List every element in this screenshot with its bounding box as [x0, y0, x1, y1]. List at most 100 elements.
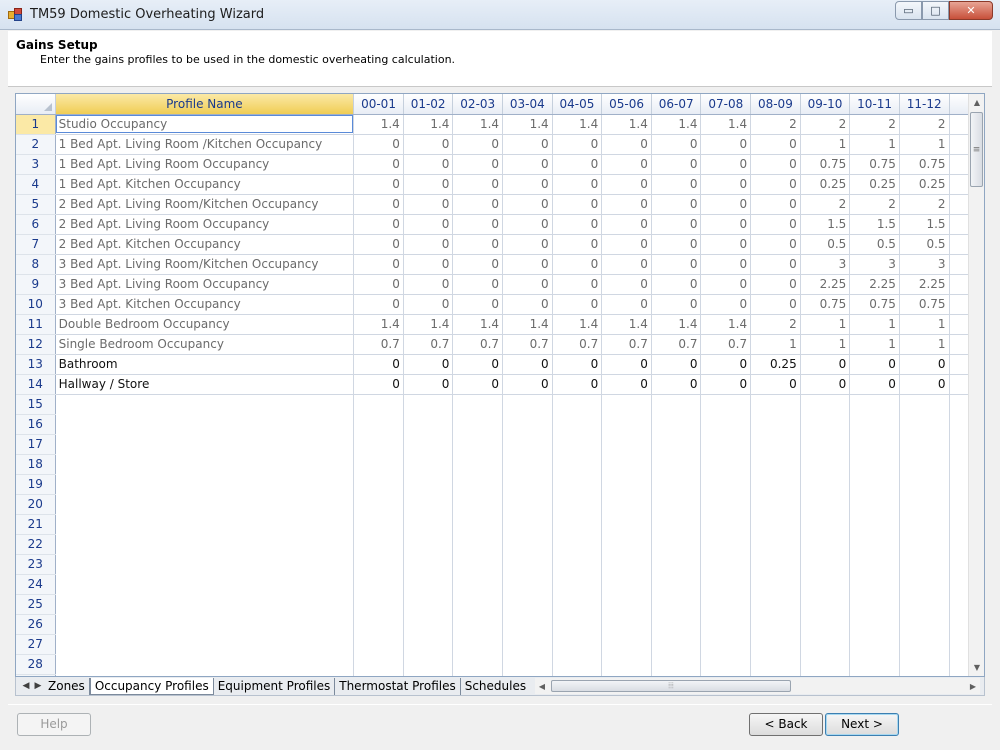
empty-cell[interactable]	[502, 454, 553, 474]
value-cell[interactable]: 0	[651, 294, 702, 315]
empty-cell[interactable]	[849, 654, 900, 674]
value-cell[interactable]: 1	[800, 334, 851, 355]
value-cell[interactable]: 0	[601, 254, 652, 275]
empty-cell[interactable]	[452, 614, 504, 634]
value-cell[interactable]: 0.5	[800, 234, 851, 255]
value-cell[interactable]: 0	[899, 374, 950, 395]
empty-cell[interactable]	[55, 494, 355, 514]
empty-cell[interactable]	[601, 594, 652, 614]
empty-cell[interactable]	[849, 574, 900, 594]
profile-name-cell[interactable]: Studio Occupancy	[55, 114, 355, 135]
value-cell[interactable]: 1.5	[899, 214, 950, 235]
value-cell[interactable]: 0	[353, 134, 404, 155]
empty-cell[interactable]	[552, 414, 603, 434]
empty-cell[interactable]	[353, 674, 404, 676]
scroll-up-icon[interactable]: ▲	[969, 94, 984, 111]
empty-cell[interactable]	[800, 574, 851, 594]
empty-cell[interactable]	[651, 574, 702, 594]
column-header-hour[interactable]: 07-08	[700, 94, 752, 115]
empty-cell[interactable]	[750, 454, 801, 474]
value-cell[interactable]: 1.4	[353, 114, 404, 135]
empty-cell[interactable]	[700, 574, 752, 594]
value-cell[interactable]: 3	[800, 254, 851, 275]
empty-cell[interactable]	[502, 494, 553, 514]
value-cell[interactable]: 1.4	[403, 114, 454, 135]
empty-cell[interactable]	[452, 514, 504, 534]
value-cell[interactable]: 0	[502, 194, 553, 215]
empty-cell[interactable]	[800, 474, 851, 494]
value-cell[interactable]: 0	[700, 254, 752, 275]
profile-name-cell[interactable]: 2 Bed Apt. Living Room Occupancy	[55, 214, 355, 235]
value-cell[interactable]: 0.7	[651, 334, 702, 355]
profile-name-cell[interactable]: 1 Bed Apt. Living Room Occupancy	[55, 154, 355, 175]
empty-cell[interactable]	[452, 674, 504, 676]
value-cell[interactable]: 1	[849, 314, 900, 335]
empty-cell[interactable]	[899, 394, 950, 414]
empty-cell[interactable]	[651, 474, 702, 494]
value-cell[interactable]: 3	[899, 254, 950, 275]
value-cell[interactable]: 0	[353, 194, 404, 215]
value-cell[interactable]: 0	[700, 214, 752, 235]
value-cell[interactable]: 1.4	[601, 314, 652, 335]
empty-cell[interactable]	[552, 654, 603, 674]
value-cell[interactable]: 0	[552, 234, 603, 255]
value-cell[interactable]: 0	[353, 174, 404, 195]
empty-cell[interactable]	[353, 494, 404, 514]
empty-cell[interactable]	[452, 394, 504, 414]
empty-cell[interactable]	[601, 554, 652, 574]
empty-cell[interactable]	[750, 514, 801, 534]
row-header[interactable]: 8	[16, 254, 56, 275]
empty-cell[interactable]	[700, 514, 752, 534]
empty-cell[interactable]	[601, 514, 652, 534]
value-cell[interactable]: 0.7	[403, 334, 454, 355]
vertical-scroll-thumb[interactable]: ≡	[970, 112, 983, 187]
row-header[interactable]: 4	[16, 174, 56, 195]
empty-cell[interactable]	[452, 654, 504, 674]
value-cell[interactable]: 0	[601, 354, 652, 375]
value-cell[interactable]: 0	[353, 254, 404, 275]
empty-cell[interactable]	[552, 454, 603, 474]
value-cell[interactable]: 2	[800, 194, 851, 215]
row-header[interactable]: 24	[16, 574, 56, 595]
empty-cell[interactable]	[452, 474, 504, 494]
value-cell[interactable]: 0	[601, 194, 652, 215]
empty-cell[interactable]	[403, 574, 454, 594]
empty-cell[interactable]	[601, 454, 652, 474]
empty-cell[interactable]	[700, 434, 752, 454]
empty-cell[interactable]	[700, 474, 752, 494]
empty-cell[interactable]	[552, 554, 603, 574]
value-cell[interactable]: 0	[452, 174, 504, 195]
empty-cell[interactable]	[55, 534, 355, 554]
empty-cell[interactable]	[452, 434, 504, 454]
empty-cell[interactable]	[55, 614, 355, 634]
empty-cell[interactable]	[502, 554, 553, 574]
empty-cell[interactable]	[601, 494, 652, 514]
empty-cell[interactable]	[601, 534, 652, 554]
value-cell[interactable]: 0	[700, 354, 752, 375]
empty-cell[interactable]	[700, 674, 752, 676]
empty-cell[interactable]	[800, 554, 851, 574]
value-cell[interactable]: 2	[849, 114, 900, 135]
value-cell[interactable]: 0	[403, 134, 454, 155]
value-cell[interactable]: 0.7	[700, 334, 752, 355]
empty-cell[interactable]	[750, 614, 801, 634]
column-header-hour[interactable]: 00-01	[353, 94, 404, 115]
empty-cell[interactable]	[552, 634, 603, 654]
value-cell[interactable]: 0	[452, 214, 504, 235]
value-cell[interactable]: 1.4	[353, 314, 404, 335]
empty-cell[interactable]	[899, 554, 950, 574]
value-cell[interactable]: 0	[552, 194, 603, 215]
empty-cell[interactable]	[651, 394, 702, 414]
row-header[interactable]: 9	[16, 274, 56, 295]
empty-cell[interactable]	[700, 454, 752, 474]
empty-cell[interactable]	[502, 434, 553, 454]
column-header-hour[interactable]: 05-06	[601, 94, 652, 115]
value-cell[interactable]: 0	[452, 254, 504, 275]
empty-cell[interactable]	[353, 454, 404, 474]
empty-cell[interactable]	[452, 574, 504, 594]
value-cell[interactable]: 0	[403, 174, 454, 195]
value-cell[interactable]: 0.5	[899, 234, 950, 255]
empty-cell[interactable]	[55, 574, 355, 594]
value-cell[interactable]: 0	[651, 254, 702, 275]
empty-cell[interactable]	[750, 634, 801, 654]
